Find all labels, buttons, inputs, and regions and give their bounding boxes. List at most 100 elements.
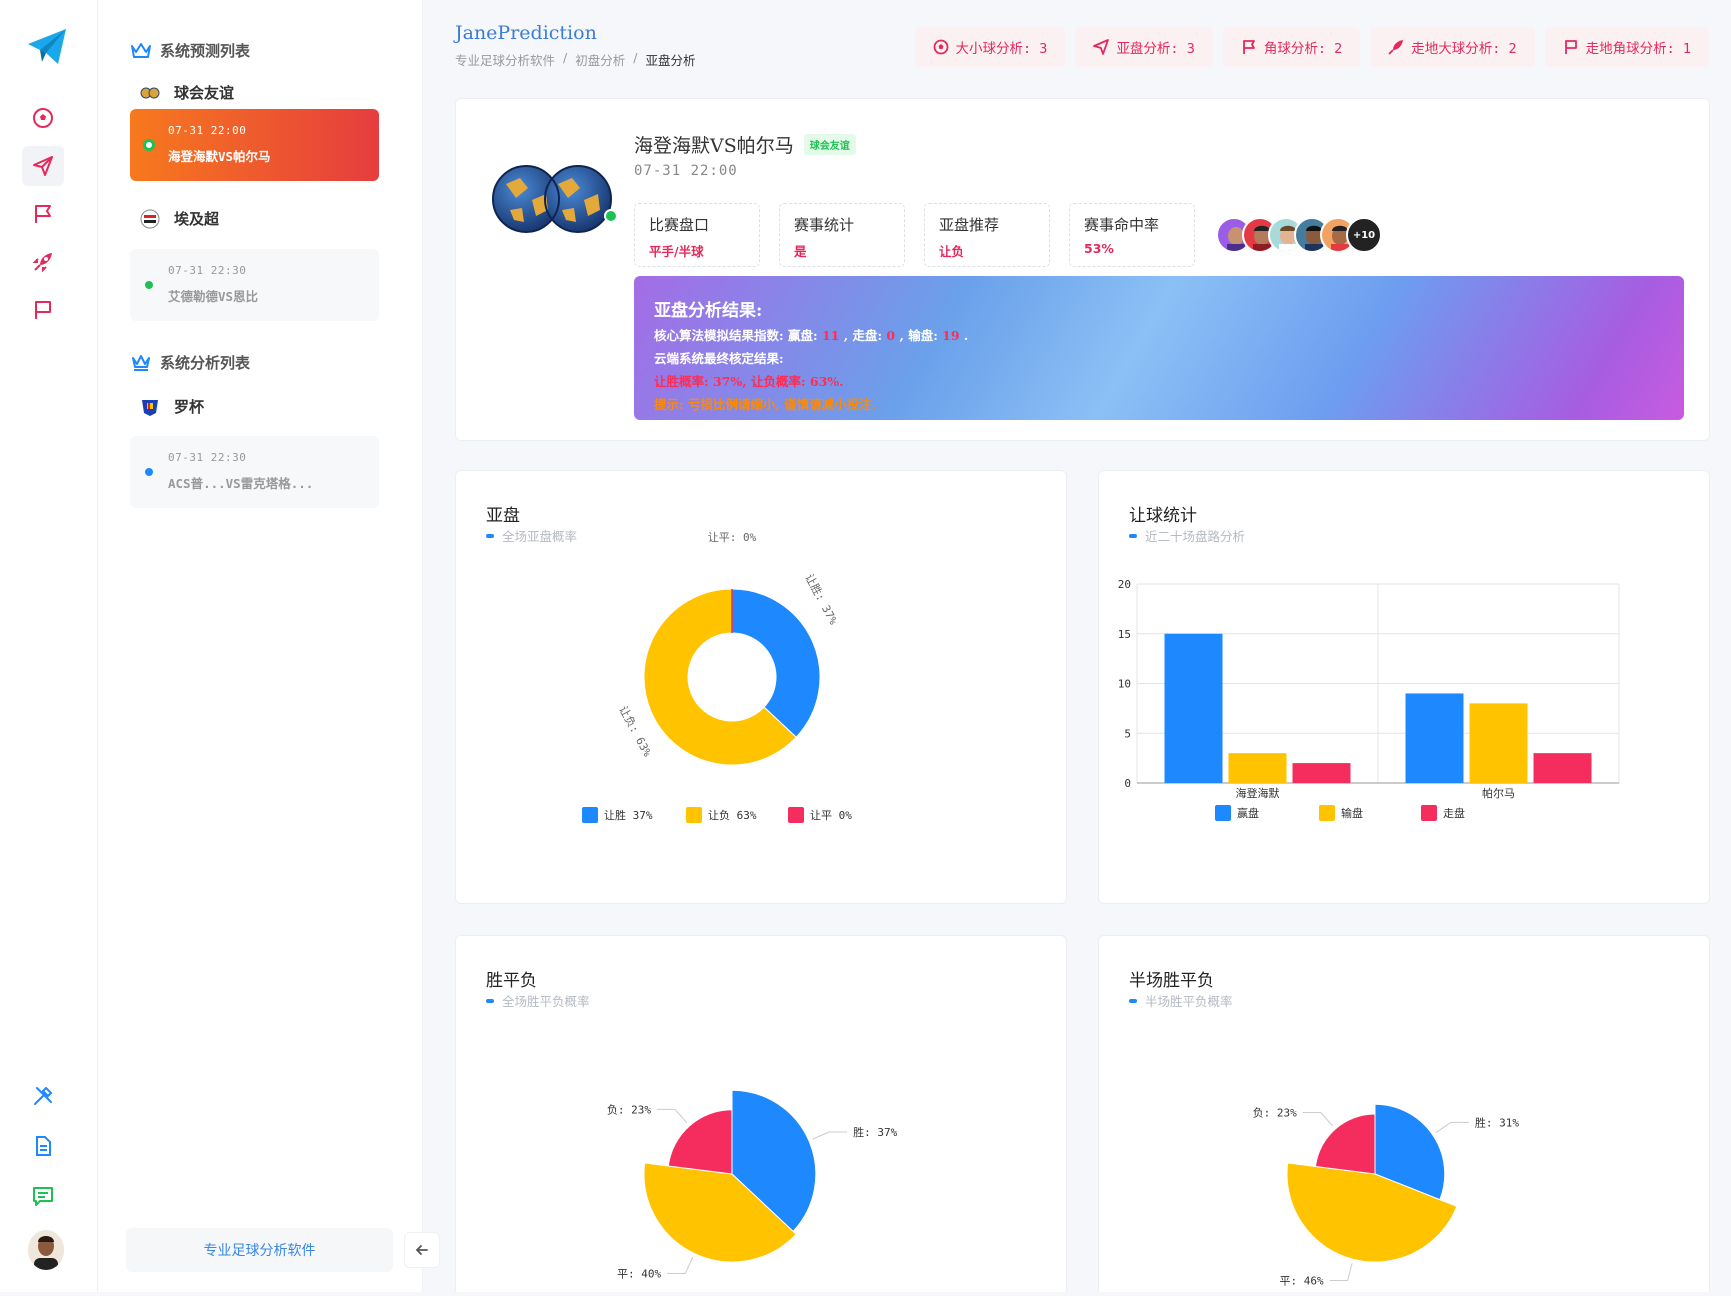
breadcrumb: 专业足球分析软件 / 初盘分析 / 亚盘分析	[455, 50, 695, 69]
donut-label: 让胜: 37%	[802, 571, 840, 627]
match-list-panel: 系统预测列表 球会友谊 07-31 22:00 海登海默VS帕尔马 埃及超 07…	[98, 0, 423, 1292]
breadcrumb-item[interactable]: 专业足球分析软件	[455, 50, 555, 69]
slice-label: 胜: 31%	[1475, 1115, 1519, 1129]
stat-value: 是	[794, 244, 807, 259]
chip-live-over[interactable]: 走地大球分析: 2	[1370, 27, 1535, 67]
draw-label: 走盘:	[852, 328, 883, 343]
league-item-romania-cup[interactable]: 罗杯	[140, 396, 204, 417]
stat-value: 让负	[939, 244, 965, 259]
wdl-chart-card: 胜平负 全场胜平负概率 胜: 37% 平: 40% 负: 23%	[455, 935, 1067, 1292]
world-balls-logo-icon	[492, 165, 612, 233]
chip-over-under[interactable]: 大小球分析: 3	[914, 27, 1066, 67]
x-tick-label: 海登海默	[1236, 786, 1280, 800]
stat-box-recommend: 亚盘推荐 让负	[924, 203, 1050, 267]
half-wdl-rose-chart: 胜: 31% 平: 46% 负: 23%	[1253, 1103, 1519, 1288]
rail-document-icon[interactable]	[22, 1126, 64, 1166]
lose-label: 输盘:	[908, 328, 938, 343]
lose-value: 19	[942, 328, 960, 343]
breadcrumb-item[interactable]: 初盘分析	[575, 50, 625, 69]
romania-cup-icon	[142, 399, 158, 416]
breadcrumb-current: 亚盘分析	[645, 53, 696, 68]
collapse-sidebar-button[interactable]	[404, 1232, 440, 1268]
league-item-egypt[interactable]: 埃及超	[140, 208, 219, 229]
chip-corner[interactable]: 角球分析: 2	[1222, 27, 1361, 67]
league-item-friendly[interactable]: 球会友谊	[140, 82, 234, 103]
analysis-list-title: 系统分析列表	[130, 352, 250, 373]
legend-swatch	[1319, 805, 1335, 821]
user-avatar[interactable]	[28, 1230, 64, 1270]
legend-swatch	[1215, 805, 1231, 821]
legend-label: 让平 0%	[810, 809, 852, 822]
match-detail-card: 海登海默VS帕尔马 球会友谊 07-31 22:00 比赛盘口 平手/半球 赛事…	[455, 98, 1710, 441]
flag-icon	[1242, 40, 1255, 54]
app-title[interactable]: JanePrediction	[455, 22, 597, 44]
rose-slice	[667, 1109, 733, 1175]
rose-slice	[1314, 1113, 1376, 1175]
legend-label: 赢盘	[1237, 806, 1259, 820]
rail-rocket-icon[interactable]	[22, 242, 64, 282]
predict-list-title: 系统预测列表	[130, 40, 250, 61]
chip-live-corner[interactable]: 走地角球分析: 1	[1544, 27, 1709, 67]
match-item[interactable]: 07-31 22:30 ACS普...VS雷克塔格...	[130, 436, 379, 508]
result-index-prefix: 核心算法模拟结果指数:	[654, 328, 784, 343]
chess-queen-icon	[132, 354, 150, 371]
flag-icon	[1564, 40, 1577, 54]
legend-label: 让胜 37%	[604, 808, 653, 822]
y-tick-label: 15	[1118, 628, 1131, 641]
win-label: 赢盘:	[787, 328, 818, 343]
asian-donut-chart: 让胜: 37% 让负: 63% 让平: 0% 让胜 37% 让负 63% 让平 0%	[582, 531, 852, 823]
match-time: 07-31 22:30	[168, 264, 247, 277]
match-item-active[interactable]: 07-31 22:00 海登海默VS帕尔马	[130, 109, 379, 181]
legend-label: 走盘	[1443, 806, 1465, 820]
rail-send-icon[interactable]	[22, 146, 64, 186]
slice-label: 负: 23%	[607, 1102, 651, 1116]
donut-label: 让负: 63%	[616, 703, 654, 759]
stat-box-hit-rate: 赛事命中率 53%	[1069, 203, 1195, 267]
rocket-icon	[1388, 40, 1404, 55]
legend-swatch	[686, 807, 702, 823]
slice-label: 胜: 37%	[853, 1125, 897, 1139]
bar	[1292, 763, 1351, 783]
y-tick-label: 20	[1118, 578, 1131, 591]
y-tick-label: 0	[1124, 777, 1131, 790]
rail-flag-icon[interactable]	[22, 194, 64, 234]
match-title-text: 海登海默VS帕尔马	[634, 135, 794, 157]
match-name: ACS普...VS雷克塔格...	[168, 476, 314, 491]
match-title: 海登海默VS帕尔马 球会友谊	[634, 131, 856, 158]
match-time: 07-31 22:00	[168, 124, 247, 137]
match-item[interactable]: 07-31 22:30 艾德勒德VS恩比	[130, 249, 379, 321]
bar	[1533, 753, 1592, 783]
donut-slice	[731, 588, 821, 738]
rail-soccer-ball-icon[interactable]	[22, 98, 64, 138]
slice-label: 平: 40%	[617, 1268, 661, 1281]
rail-flag-outline-icon[interactable]	[22, 290, 64, 330]
legend-swatch	[1421, 805, 1437, 821]
bar	[1469, 703, 1528, 783]
match-name: 艾德勒德VS恩比	[168, 289, 259, 304]
stat-label: 赛事统计	[794, 216, 855, 234]
label-leader-line	[656, 1108, 688, 1124]
breadcrumb-separator: /	[633, 50, 638, 65]
draw-value: 0	[886, 328, 896, 343]
y-tick-label: 10	[1118, 678, 1131, 691]
y-tick-label: 5	[1124, 727, 1131, 740]
footer-app-button[interactable]: 专业足球分析软件	[126, 1228, 393, 1272]
donut-label: 让平: 0%	[708, 531, 757, 544]
asian-handicap-chart-card: 亚盘 全场亚盘概率 让胜: 37% 让负: 63% 让平: 0% 让胜 37% 让负 6…	[455, 470, 1067, 904]
label-leader-line	[1329, 1262, 1353, 1282]
paper-plane-logo-icon[interactable]	[26, 26, 68, 68]
avatar-more-count[interactable]: +10	[1346, 217, 1382, 253]
stat-label: 赛事命中率	[1084, 216, 1160, 234]
chip-asian-handicap[interactable]: 亚盘分析: 3	[1075, 27, 1213, 67]
handicap-bar-chart: 0 5 10 15 20 海登海默 帕尔马赢盘 输盘 走盘	[1118, 578, 1620, 821]
wdl-rose-chart: 胜: 37% 平: 40% 负: 23%	[607, 1089, 898, 1281]
slice-label: 平: 46%	[1280, 1275, 1324, 1288]
result-line-final: 云端系统最终核定结果:	[654, 351, 784, 366]
arrow-left-icon	[415, 1245, 428, 1255]
bar	[1405, 693, 1464, 783]
result-line-tip: 提示: 亏损比例请缩小, 谨慎请减小投注.	[654, 397, 877, 412]
rail-message-icon[interactable]	[22, 1176, 64, 1216]
stat-box-statistics: 赛事统计 是	[779, 203, 905, 267]
rail-tools-icon[interactable]	[22, 1076, 64, 1116]
stat-label: 亚盘推荐	[939, 216, 1000, 234]
